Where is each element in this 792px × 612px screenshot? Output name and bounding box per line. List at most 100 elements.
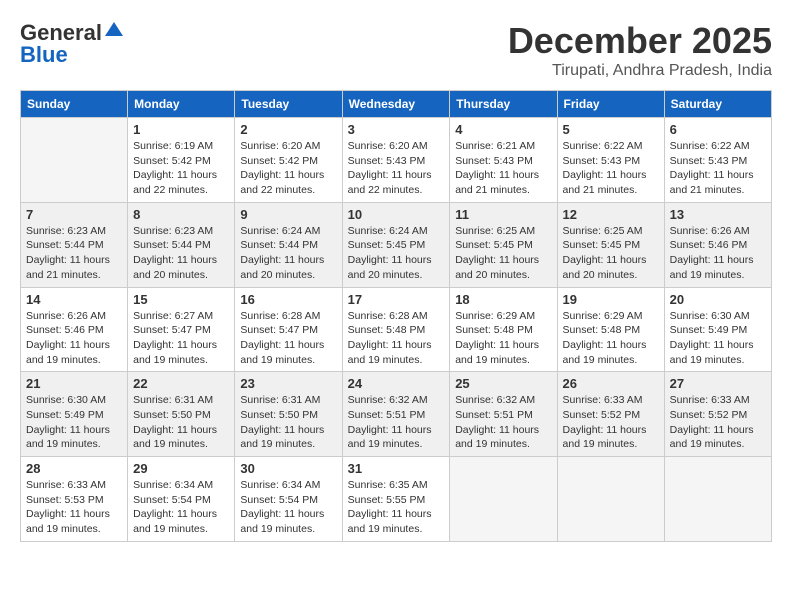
page-header: General Blue December 2025 Tirupati, And…: [20, 20, 772, 80]
table-row: 12 Sunrise: 6:25 AMSunset: 5:45 PMDayligh…: [557, 202, 664, 287]
day-number: 21: [26, 376, 122, 391]
col-header-sunday: Sunday: [21, 91, 128, 118]
col-header-tuesday: Tuesday: [235, 91, 342, 118]
day-number: 8: [133, 207, 229, 222]
day-info: Sunrise: 6:31 AMSunset: 5:50 PMDaylight:…: [133, 393, 229, 452]
day-number: 24: [348, 376, 445, 391]
table-row: 17Sunrise: 6:28 AMSunset: 5:48 PMDayligh…: [342, 287, 450, 372]
day-info: Sunrise: 6:25 AMSunset: 5:45 PMDaylight:…: [455, 224, 551, 283]
day-info: Sunrise: 6:26 AMSunset: 5:46 PMDaylight:…: [26, 309, 122, 368]
table-row: 29 Sunrise: 6:34 AMSunset: 5:54 PMDayligh…: [128, 457, 235, 542]
day-number: 31: [348, 461, 445, 476]
day-info: Sunrise: 6:33 AMSunset: 5:53 PMDaylight:…: [26, 478, 122, 537]
day-number: 15: [133, 292, 229, 307]
day-info: Sunrise: 6:29 AMSunset: 5:48 PMDaylight:…: [563, 309, 659, 368]
day-number: 29: [133, 461, 229, 476]
day-number: 5: [563, 122, 659, 137]
day-info: Sunrise: 6:22 AMSunset: 5:43 PMDaylight:…: [670, 139, 766, 198]
day-number: 14: [26, 292, 122, 307]
table-row: [557, 457, 664, 542]
day-info: Sunrise: 6:27 AMSunset: 5:47 PMDaylight:…: [133, 309, 229, 368]
day-number: 12: [563, 207, 659, 222]
month-year-title: December 2025: [508, 20, 772, 62]
col-header-thursday: Thursday: [450, 91, 557, 118]
logo-arrow-icon: [105, 20, 123, 43]
table-row: 18 Sunrise: 6:29 AMSunset: 5:48 PMDayligh…: [450, 287, 557, 372]
day-info: Sunrise: 6:28 AMSunset: 5:47 PMDaylight:…: [240, 309, 336, 368]
table-row: 8 Sunrise: 6:23 AMSunset: 5:44 PMDaylight…: [128, 202, 235, 287]
day-info: Sunrise: 6:19 AMSunset: 5:42 PMDaylight:…: [133, 139, 229, 198]
title-block: December 2025 Tirupati, Andhra Pradesh, …: [508, 20, 772, 80]
day-number: 26: [563, 376, 659, 391]
table-row: 3 Sunrise: 6:20 AMSunset: 5:43 PMDaylight…: [342, 118, 450, 203]
table-row: 27Sunrise: 6:33 AMSunset: 5:52 PMDayligh…: [664, 372, 771, 457]
logo-blue-text: Blue: [20, 42, 68, 68]
table-row: 7 Sunrise: 6:23 AMSunset: 5:44 PMDaylight…: [21, 202, 128, 287]
table-row: 2 Sunrise: 6:20 AMSunset: 5:42 PMDaylight…: [235, 118, 342, 203]
day-number: 17: [348, 292, 445, 307]
day-number: 2: [240, 122, 336, 137]
day-number: 6: [670, 122, 766, 137]
table-row: [664, 457, 771, 542]
table-row: 21 Sunrise: 6:30 AMSunset: 5:49 PMDayligh…: [21, 372, 128, 457]
table-row: 24Sunrise: 6:32 AMSunset: 5:51 PMDayligh…: [342, 372, 450, 457]
day-number: 10: [348, 207, 445, 222]
day-info: Sunrise: 6:20 AMSunset: 5:42 PMDaylight:…: [240, 139, 336, 198]
table-row: [21, 118, 128, 203]
table-row: 1 Sunrise: 6:19 AMSunset: 5:42 PMDaylight…: [128, 118, 235, 203]
col-header-friday: Friday: [557, 91, 664, 118]
table-row: 22 Sunrise: 6:31 AMSunset: 5:50 PMDayligh…: [128, 372, 235, 457]
day-number: 23: [240, 376, 336, 391]
table-row: 31 Sunrise: 6:35 AMSunset: 5:55 PMDayligh…: [342, 457, 450, 542]
table-row: [450, 457, 557, 542]
day-info: Sunrise: 6:23 AMSunset: 5:44 PMDaylight:…: [26, 224, 122, 283]
day-info: Sunrise: 6:30 AMSunset: 5:49 PMDaylight:…: [26, 393, 122, 452]
day-info: Sunrise: 6:29 AMSunset: 5:48 PMDaylight:…: [455, 309, 551, 368]
table-row: 10 Sunrise: 6:24 AMSunset: 5:45 PMDayligh…: [342, 202, 450, 287]
location-subtitle: Tirupati, Andhra Pradesh, India: [508, 62, 772, 80]
day-info: Sunrise: 6:34 AMSunset: 5:54 PMDaylight:…: [240, 478, 336, 537]
day-info: Sunrise: 6:26 AMSunset: 5:46 PMDaylight:…: [670, 224, 766, 283]
table-row: 13 Sunrise: 6:26 AMSunset: 5:46 PMDayligh…: [664, 202, 771, 287]
col-header-saturday: Saturday: [664, 91, 771, 118]
day-info: Sunrise: 6:21 AMSunset: 5:43 PMDaylight:…: [455, 139, 551, 198]
calendar-table: SundayMondayTuesdayWednesdayThursdayFrid…: [20, 90, 772, 542]
col-header-wednesday: Wednesday: [342, 91, 450, 118]
day-info: Sunrise: 6:34 AMSunset: 5:54 PMDaylight:…: [133, 478, 229, 537]
table-row: 19 Sunrise: 6:29 AMSunset: 5:48 PMDayligh…: [557, 287, 664, 372]
day-info: Sunrise: 6:35 AMSunset: 5:55 PMDaylight:…: [348, 478, 445, 537]
table-row: 25Sunrise: 6:32 AMSunset: 5:51 PMDayligh…: [450, 372, 557, 457]
day-number: 11: [455, 207, 551, 222]
day-info: Sunrise: 6:24 AMSunset: 5:44 PMDaylight:…: [240, 224, 336, 283]
table-row: 30 Sunrise: 6:34 AMSunset: 5:54 PMDayligh…: [235, 457, 342, 542]
table-row: 6 Sunrise: 6:22 AMSunset: 5:43 PMDaylight…: [664, 118, 771, 203]
table-row: 26 Sunrise: 6:33 AMSunset: 5:52 PMDayligh…: [557, 372, 664, 457]
day-info: Sunrise: 6:20 AMSunset: 5:43 PMDaylight:…: [348, 139, 445, 198]
day-number: 30: [240, 461, 336, 476]
day-info: Sunrise: 6:22 AMSunset: 5:43 PMDaylight:…: [563, 139, 659, 198]
day-number: 22: [133, 376, 229, 391]
day-number: 9: [240, 207, 336, 222]
day-info: Sunrise: 6:32 AMSunset: 5:51 PMDaylight:…: [455, 393, 551, 452]
day-number: 4: [455, 122, 551, 137]
day-number: 19: [563, 292, 659, 307]
table-row: 28 Sunrise: 6:33 AMSunset: 5:53 PMDayligh…: [21, 457, 128, 542]
day-number: 16: [240, 292, 336, 307]
col-header-monday: Monday: [128, 91, 235, 118]
day-number: 28: [26, 461, 122, 476]
day-info: Sunrise: 6:25 AMSunset: 5:45 PMDaylight:…: [563, 224, 659, 283]
day-info: Sunrise: 6:33 AMSunset: 5:52 PMDaylight:…: [563, 393, 659, 452]
day-info: Sunrise: 6:30 AMSunset: 5:49 PMDaylight:…: [670, 309, 766, 368]
day-number: 27: [670, 376, 766, 391]
logo: General Blue: [20, 20, 123, 68]
day-info: Sunrise: 6:23 AMSunset: 5:44 PMDaylight:…: [133, 224, 229, 283]
day-number: 1: [133, 122, 229, 137]
table-row: 20Sunrise: 6:30 AMSunset: 5:49 PMDayligh…: [664, 287, 771, 372]
day-info: Sunrise: 6:24 AMSunset: 5:45 PMDaylight:…: [348, 224, 445, 283]
table-row: 15 Sunrise: 6:27 AMSunset: 5:47 PMDayligh…: [128, 287, 235, 372]
day-number: 18: [455, 292, 551, 307]
day-number: 7: [26, 207, 122, 222]
table-row: 16 Sunrise: 6:28 AMSunset: 5:47 PMDayligh…: [235, 287, 342, 372]
day-number: 3: [348, 122, 445, 137]
day-number: 13: [670, 207, 766, 222]
